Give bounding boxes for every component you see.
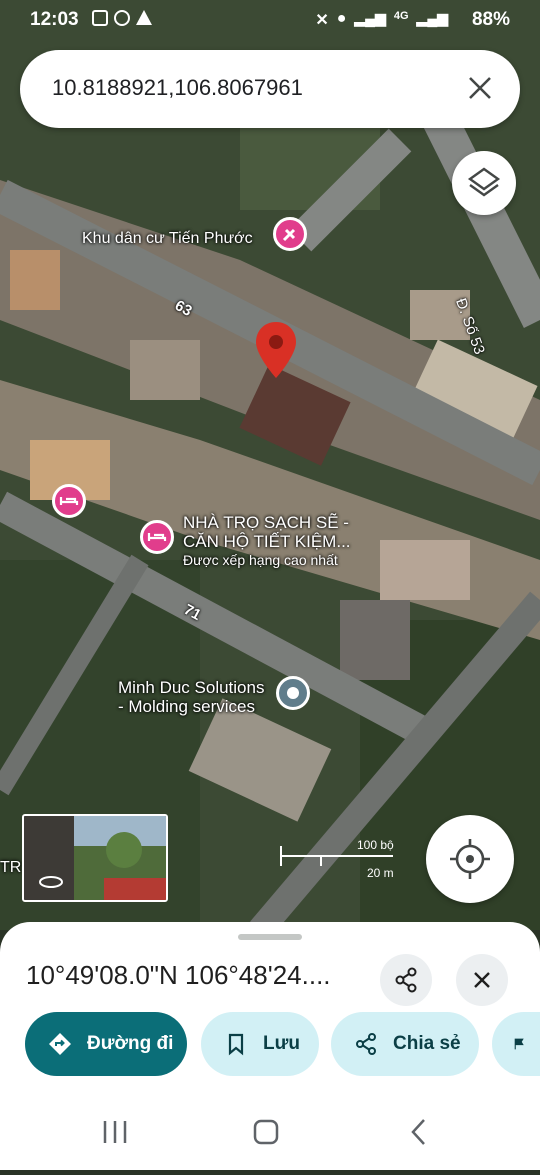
flag-icon <box>514 1038 524 1050</box>
directions-label: Đường đi <box>87 1033 174 1054</box>
business-name-line2: - Molding services <box>118 697 255 716</box>
save-button[interactable]: Lưu <box>201 1012 319 1076</box>
scale-bar: 100 bộ 20 m <box>275 838 405 882</box>
signal-icon-2: ▂▄▆ <box>416 10 448 26</box>
guesthouse-name-line2: CĂN HỘ TIẾT KIỆM... <box>183 532 351 551</box>
crosshair-icon <box>450 839 490 879</box>
signal-icon: ▂▄▆ <box>354 10 386 26</box>
residential-area-poi[interactable] <box>273 217 307 251</box>
business-name-line1: Minh Duc Solutions <box>118 678 265 697</box>
layers-button[interactable] <box>452 151 516 215</box>
my-location-button[interactable] <box>426 815 514 903</box>
business-label: Minh Duc Solutions - Molding services <box>118 678 264 716</box>
close-sheet-button[interactable] <box>456 954 508 1006</box>
share-icon <box>356 1033 376 1055</box>
system-icons: ✕ ● ▂▄▆ 4G ▂▄▆ <box>315 10 448 30</box>
gallery-icon <box>92 10 108 26</box>
street-view-thumbnail[interactable] <box>22 814 168 902</box>
directions-button[interactable]: Đường đi <box>25 1012 187 1076</box>
business-poi[interactable] <box>276 676 310 710</box>
bed-icon <box>147 533 167 541</box>
share-icon-button[interactable] <box>380 954 432 1006</box>
drag-handle[interactable] <box>238 934 302 940</box>
messenger-icon <box>114 10 130 26</box>
home-button[interactable] <box>253 1119 279 1145</box>
guesthouse-rating: Được xếp hạng cao nhất <box>183 552 338 568</box>
back-button[interactable] <box>411 1119 425 1145</box>
share-label: Chia sẻ <box>393 1033 461 1054</box>
satellite-map[interactable]: 63 71 Đ. Số 53 Khu dân cư Tiến Phước NHÀ… <box>0 0 540 930</box>
residential-area-label: Khu dân cư Tiến Phước <box>82 230 253 247</box>
guesthouse-name-line1: NHÀ TRỌ SẠCH SẼ - <box>183 513 349 532</box>
guesthouse-poi-left[interactable] <box>52 484 86 518</box>
report-button[interactable] <box>492 1012 540 1076</box>
close-icon <box>469 77 491 99</box>
save-label: Lưu <box>263 1033 300 1054</box>
rotate-360-icon <box>39 876 63 888</box>
place-dot-icon <box>287 687 299 699</box>
location-pin <box>254 320 298 380</box>
status-time: 12:03 <box>30 9 79 30</box>
system-nav-bar <box>0 1095 540 1170</box>
mute-icon: ✕ <box>315 12 329 29</box>
warning-icon <box>136 10 152 25</box>
layers-icon <box>467 167 501 197</box>
guesthouse-poi[interactable] <box>140 520 174 554</box>
share-icon <box>395 967 417 993</box>
tools-icon <box>282 228 296 242</box>
guesthouse-label: NHÀ TRỌ SẠCH SẼ - CĂN HỘ TIẾT KIỆM... Đư… <box>183 513 351 570</box>
bookmark-icon <box>228 1033 244 1056</box>
satellite-imagery <box>0 0 540 930</box>
scale-metric: 20 m <box>367 866 394 880</box>
bed-icon <box>59 497 79 505</box>
dropped-pin-coordinates: 10°49'08.0"N 106°48'24.... <box>26 960 331 990</box>
notification-icons <box>92 10 152 26</box>
search-query[interactable]: 10.8188921,106.8067961 <box>52 75 303 101</box>
directions-icon <box>49 1033 71 1055</box>
edge-label: TR <box>0 859 22 876</box>
location-pin-icon <box>256 322 296 378</box>
clear-search-button[interactable] <box>462 70 498 106</box>
status-bar: 12:03 ✕ ● ▂▄▆ 4G ▂▄▆ 88% <box>0 0 540 40</box>
search-bar[interactable]: 10.8188921,106.8067961 <box>20 50 520 128</box>
battery-level: 88% <box>471 9 510 30</box>
share-button[interactable]: Chia sẻ <box>331 1012 479 1076</box>
network-type: 4G <box>393 10 409 22</box>
close-icon <box>474 972 490 988</box>
recent-apps-button[interactable] <box>103 1121 127 1143</box>
location-icon: ● <box>336 10 347 27</box>
